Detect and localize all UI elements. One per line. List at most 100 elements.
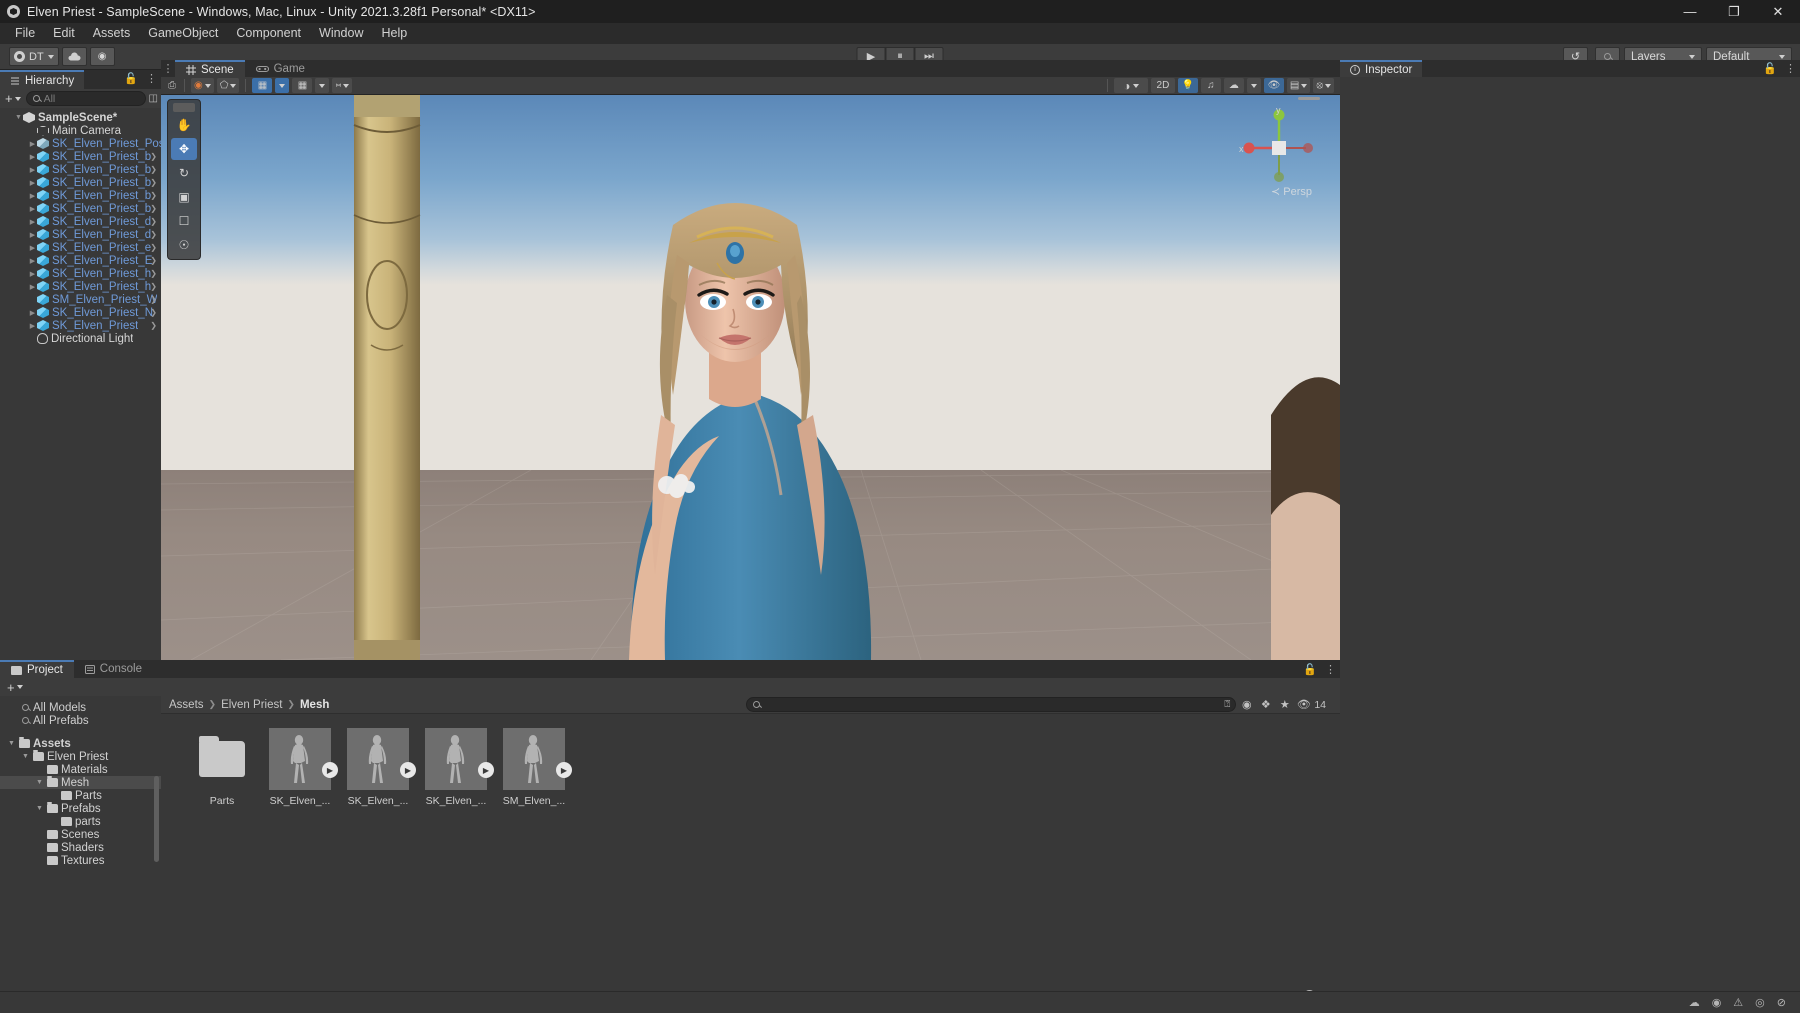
grid-settings-dropdown[interactable]	[315, 78, 330, 93]
transform-tool-button[interactable]: ☉	[171, 234, 197, 256]
lock-icon[interactable]: 🔓	[1303, 663, 1317, 676]
grid-visibility-toggle[interactable]: ▦	[292, 78, 313, 93]
twisty-collapsed-icon[interactable]: ▶	[28, 153, 37, 161]
open-prefab-chevron-icon[interactable]: ❯	[150, 243, 157, 252]
twisty-collapsed-icon[interactable]: ▶	[28, 231, 37, 239]
project-search-input[interactable]: ⍰	[746, 697, 1237, 712]
breadcrumb-mesh[interactable]: Mesh	[300, 699, 329, 711]
hierarchy-item-15[interactable]: ▶ SK_Elven_Priest_N ❯	[0, 306, 161, 319]
twisty-expanded-icon[interactable]: ▼	[14, 114, 23, 121]
menu-file[interactable]: File	[6, 23, 44, 44]
camera-settings-button[interactable]: ▤	[1286, 78, 1311, 93]
hierarchy-item-12[interactable]: ▶ SK_Elven_Priest_h ❯	[0, 267, 161, 280]
pivot-mode-button[interactable]: ◉	[191, 78, 214, 93]
fx-toggle[interactable]: ☁	[1223, 78, 1244, 93]
search-by-type-button[interactable]: ◉	[1238, 697, 1255, 713]
folder-tree-item-2[interactable]: Materials	[0, 763, 161, 776]
hierarchy-item-17[interactable]: Directional Light	[0, 332, 161, 345]
gizmos-toggle[interactable]: ⦻	[1313, 78, 1334, 93]
saved-search-all-prefabs[interactable]: All Prefabs	[0, 714, 161, 727]
open-prefab-chevron-icon[interactable]: ❯	[150, 321, 157, 330]
scale-tool-button[interactable]: ▣	[171, 186, 197, 208]
tab-game[interactable]: Game	[245, 60, 316, 77]
twisty-collapsed-icon[interactable]: ▶	[28, 218, 37, 226]
folder-tree-item-0[interactable]: ▼ Assets	[0, 737, 161, 750]
hierarchy-add-button[interactable]: +	[3, 91, 23, 106]
open-prefab-chevron-icon[interactable]: ❯	[150, 308, 157, 317]
open-prefab-chevron-icon[interactable]: ❯	[150, 282, 157, 291]
twisty-collapsed-icon[interactable]: ▶	[28, 179, 37, 187]
twisty-collapsed-icon[interactable]: ▶	[28, 205, 37, 213]
cloud-settings-button[interactable]: ◉	[89, 47, 115, 66]
shading-mode-dropdown[interactable]: ◑	[1113, 78, 1148, 93]
hierarchy-item-1[interactable]: Main Camera	[0, 124, 161, 137]
preview-play-icon[interactable]: ▶	[556, 762, 572, 778]
asset-item-1[interactable]: ▶ SK_Elven_...	[269, 728, 338, 1013]
asset-item-0[interactable]: Parts	[191, 728, 253, 1013]
tab-hierarchy[interactable]: Hierarchy	[0, 70, 85, 89]
folder-tree-item-7[interactable]: Scenes	[0, 828, 161, 841]
twisty-collapsed-icon[interactable]: ▶	[28, 244, 37, 252]
assets-grid[interactable]: Parts ▶ SK_Elven_... ▶ SK_Elven_... ▶ SK_Elven…	[161, 714, 1340, 1013]
tab-scene[interactable]: Scene	[175, 60, 245, 77]
lock-icon[interactable]: 🔓	[124, 72, 138, 85]
error-icon[interactable]: ⊘	[1777, 996, 1786, 1009]
folder-tree-item-3[interactable]: ▼ Mesh	[0, 776, 161, 789]
scene-visibility-toggle[interactable]: 👁	[1263, 78, 1284, 93]
menu-assets[interactable]: Assets	[84, 23, 140, 44]
asset-item-3[interactable]: ▶ SK_Elven_...	[425, 728, 494, 1013]
twisty-collapsed-icon[interactable]: ▶	[28, 166, 37, 174]
project-folder-tree[interactable]: All Models All Prefabs ▼ Assets ▼ Elven Pri…	[0, 696, 161, 1013]
folder-tree-list[interactable]: ▼ Assets ▼ Elven Priest Materials ▼ Mesh Parts ▼…	[0, 737, 161, 867]
lock-icon[interactable]: 🔓	[1763, 62, 1777, 75]
twisty-collapsed-icon[interactable]: ▶	[28, 140, 37, 148]
open-prefab-chevron-icon[interactable]: ❯	[150, 295, 157, 304]
twisty-expanded-icon[interactable]: ▼	[35, 805, 44, 812]
asset-item-4[interactable]: ▶ SM_Elven_...	[503, 728, 572, 1013]
breadcrumb-assets[interactable]: Assets	[169, 699, 204, 711]
open-prefab-chevron-icon[interactable]: ❯	[150, 191, 157, 200]
hidden-packages-button[interactable]: 👁	[1295, 697, 1312, 713]
rotate-tool-button[interactable]: ↻	[171, 162, 197, 184]
folder-tree-item-9[interactable]: Textures	[0, 854, 161, 867]
tab-console[interactable]: Console	[74, 660, 153, 678]
accessibility-icon[interactable]: ⚠	[1733, 996, 1743, 1009]
hierarchy-item-9[interactable]: ▶ SK_Elven_Priest_d ❯	[0, 228, 161, 241]
cloud-button[interactable]	[61, 47, 87, 66]
twisty-collapsed-icon[interactable]: ▶	[28, 322, 37, 330]
gizmo-persp-label[interactable]: ≺ Persp	[1271, 185, 1312, 198]
breadcrumb-elven-priest[interactable]: Elven Priest	[221, 699, 282, 711]
hierarchy-item-6[interactable]: ▶ SK_Elven_Priest_b ❯	[0, 189, 161, 202]
open-prefab-chevron-icon[interactable]: ❯	[150, 152, 157, 161]
audio-toggle[interactable]: ♫	[1200, 78, 1221, 93]
account-button[interactable]: DT	[9, 47, 59, 66]
project-add-button[interactable]: +	[5, 680, 25, 695]
menu-component[interactable]: Component	[227, 23, 310, 44]
move-tool-button[interactable]: ✥	[171, 138, 197, 160]
open-prefab-chevron-icon[interactable]: ❯	[150, 217, 157, 226]
open-prefab-chevron-icon[interactable]: ❯	[150, 204, 157, 213]
minimize-button[interactable]: —	[1668, 0, 1712, 23]
open-prefab-chevron-icon[interactable]: ❯	[150, 165, 157, 174]
maximize-button[interactable]: ❐	[1712, 0, 1756, 23]
kebab-icon[interactable]: ⋮	[1325, 663, 1336, 676]
hierarchy-filter-icon[interactable]: ◫	[149, 93, 158, 104]
folder-tree-item-8[interactable]: Shaders	[0, 841, 161, 854]
twisty-collapsed-icon[interactable]: ▶	[28, 270, 37, 278]
handle-orientation-button[interactable]: ⬠	[216, 78, 240, 93]
scene-overlay-menu-icon[interactable]: ⎙	[166, 80, 178, 91]
twisty-collapsed-icon[interactable]: ▶	[28, 309, 37, 317]
twisty-collapsed-icon[interactable]: ▶	[28, 192, 37, 200]
component-tools-button[interactable]: ⑅	[332, 78, 353, 93]
hierarchy-list[interactable]: ▼ SampleScene* Main Camera ▶ SK_Elven_Priest…	[0, 108, 161, 345]
hierarchy-item-5[interactable]: ▶ SK_Elven_Priest_b ❯	[0, 176, 161, 189]
gizmo-collapse-handle[interactable]	[1298, 97, 1320, 100]
menu-gameobject[interactable]: GameObject	[139, 23, 227, 44]
overlay-drag-handle[interactable]	[173, 103, 195, 112]
open-prefab-chevron-icon[interactable]: ❯	[150, 178, 157, 187]
folder-tree-item-1[interactable]: ▼ Elven Priest	[0, 750, 161, 763]
close-button[interactable]: ✕	[1756, 0, 1800, 23]
project-tree-scrollbar[interactable]	[154, 776, 159, 862]
twisty-expanded-icon[interactable]: ▼	[7, 740, 16, 747]
hierarchy-item-7[interactable]: ▶ SK_Elven_Priest_b ❯	[0, 202, 161, 215]
